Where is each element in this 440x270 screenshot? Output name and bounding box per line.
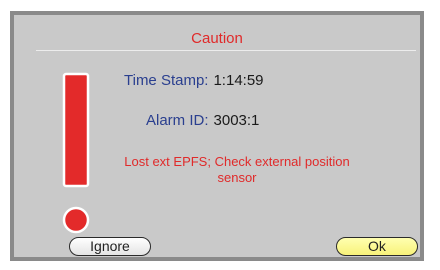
- time-stamp-value: 1:14:59: [213, 72, 264, 89]
- caution-dialog: Caution Time Stamp: 1:14:59 Alarm ID: 3003…: [10, 11, 424, 261]
- time-stamp-row: Time Stamp: 1:14:59: [124, 72, 264, 89]
- exclamation-bar: [62, 72, 90, 188]
- dialog-title: Caution: [191, 30, 243, 47]
- ignore-button[interactable]: Ignore: [69, 237, 151, 256]
- alarm-id-row: Alarm ID: 3003:1: [146, 112, 259, 129]
- ok-button[interactable]: Ok: [336, 237, 418, 256]
- alarm-id-value: 3003:1: [213, 112, 260, 129]
- time-stamp-label: Time Stamp:: [124, 72, 209, 89]
- exclamation-dot: [62, 206, 90, 234]
- alarm-id-label: Alarm ID:: [146, 112, 209, 129]
- exclamation-icon: [62, 72, 90, 234]
- alarm-message: Lost ext EPFS; Check external position s…: [124, 154, 350, 185]
- title-divider: [36, 50, 416, 51]
